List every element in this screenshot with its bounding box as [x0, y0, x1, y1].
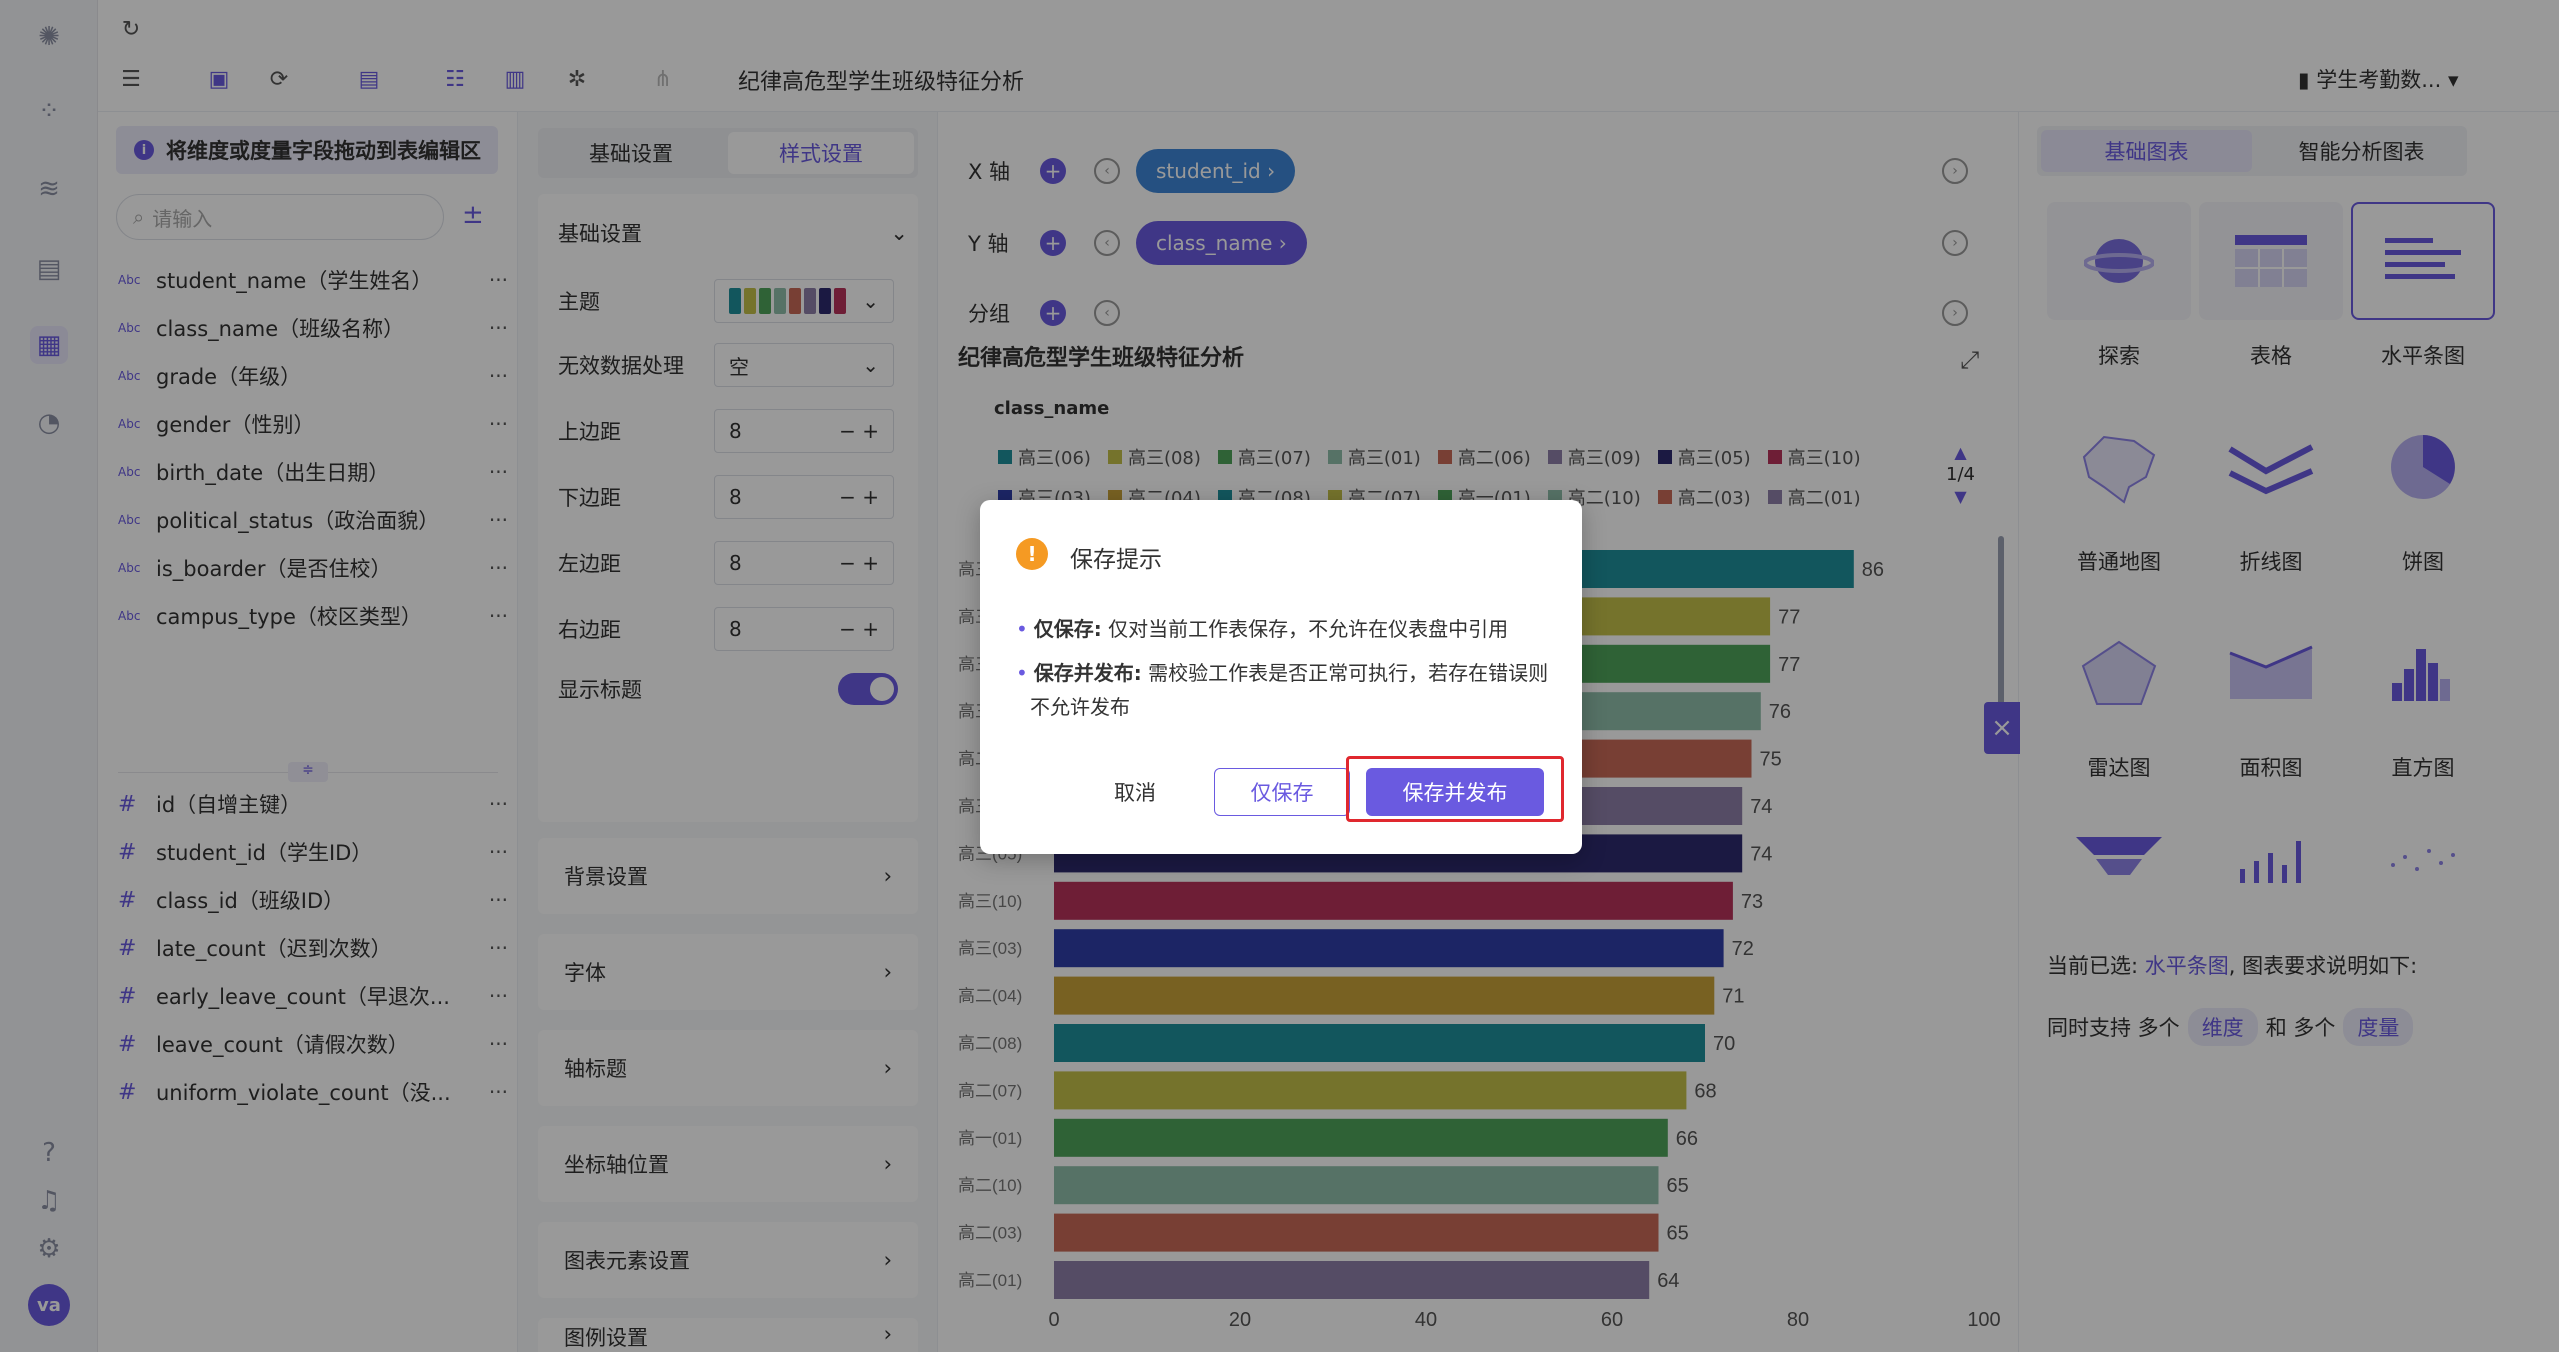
bullet-icon: •: [1016, 617, 1028, 641]
warning-icon: !: [1016, 538, 1048, 570]
save-only-button[interactable]: 仅保存: [1214, 768, 1350, 816]
highlight-box: [1346, 756, 1564, 822]
save-only-desc: 仅对当前工作表保存，不允许在仪表盘中引用: [1108, 617, 1509, 641]
bullet-icon: •: [1016, 661, 1028, 685]
save-only-description: • 仅保存: 仅对当前工作表保存，不允许在仪表盘中引用: [1016, 612, 1556, 646]
save-publish-description: • 保存并发布: 需校验工作表是否正常可执行，若存在错误则不允许发布: [1016, 656, 1556, 724]
save-only-label: 仅保存:: [1033, 617, 1102, 641]
dialog-title: 保存提示: [1070, 547, 1162, 573]
save-publish-label: 保存并发布:: [1033, 661, 1142, 685]
cancel-button[interactable]: 取消: [1080, 768, 1190, 816]
